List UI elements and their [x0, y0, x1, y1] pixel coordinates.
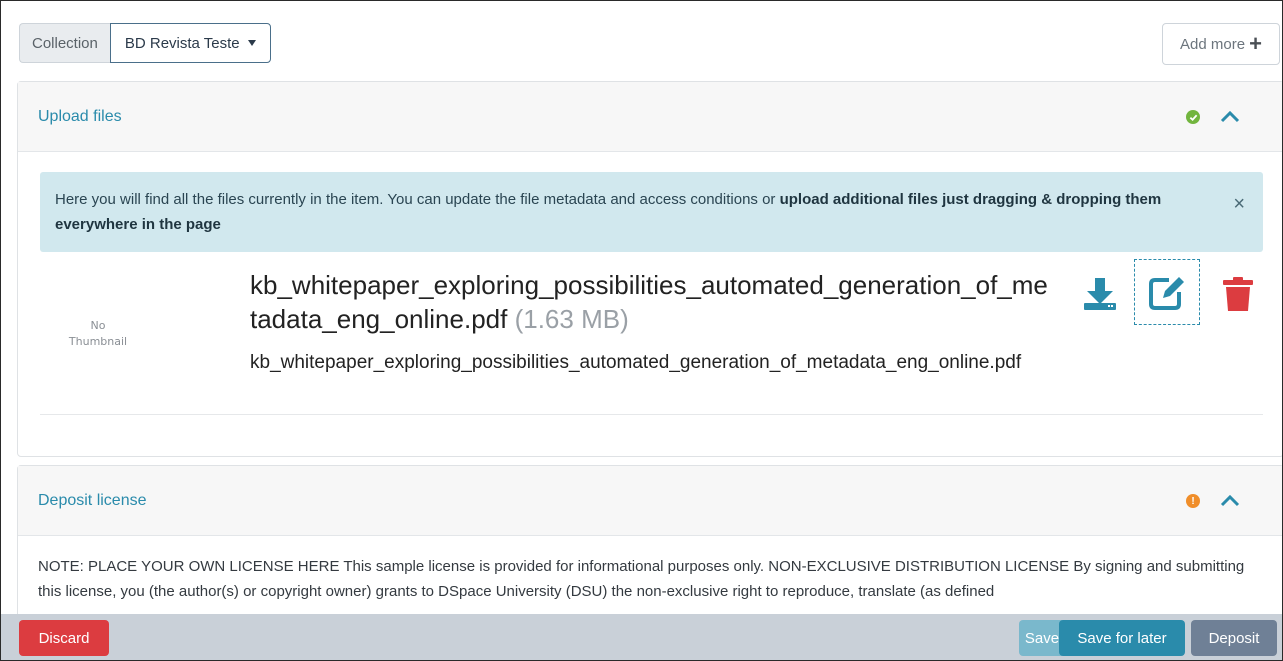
add-more-button[interactable]: Add more + — [1162, 23, 1280, 65]
no-thumbnail: No Thumbnail — [48, 318, 148, 350]
save-for-later-button[interactable]: Save for later — [1059, 620, 1185, 656]
file-name: kb_whitepaper_exploring_possibilities_au… — [250, 268, 1050, 336]
discard-button[interactable]: Discard — [19, 620, 109, 656]
alert-text: Here you will find all the files current… — [55, 191, 780, 208]
deposit-button[interactable]: Deposit — [1191, 620, 1277, 656]
upload-files-header[interactable]: Upload files — [18, 82, 1282, 152]
action-bar: Discard Save Save for later Deposit — [1, 614, 1282, 660]
check-circle-icon — [1186, 110, 1200, 124]
collection-selector: Collection BD Revista Teste — [19, 23, 271, 63]
caret-down-icon — [247, 40, 256, 46]
thumbnail-line-1: No — [90, 319, 106, 332]
download-button[interactable] — [1080, 274, 1120, 314]
collection-value: BD Revista Teste — [124, 34, 240, 52]
chevron-up-icon[interactable] — [1218, 106, 1242, 126]
submission-form: Collection BD Revista Teste Add more + U… — [0, 0, 1283, 661]
delete-button[interactable] — [1218, 274, 1258, 314]
collection-dropdown[interactable]: BD Revista Teste — [109, 23, 271, 63]
collection-label: Collection — [19, 23, 110, 63]
upload-files-panel: Upload files Here you will find all the … — [17, 81, 1282, 457]
file-divider — [40, 414, 1263, 415]
deposit-license-title[interactable]: Deposit license — [38, 492, 147, 510]
deposit-license-header[interactable]: Deposit license ! — [18, 466, 1282, 536]
edit-icon — [1149, 277, 1184, 310]
add-more-label: Add more — [1180, 35, 1246, 53]
trash-icon — [1223, 277, 1253, 311]
close-icon[interactable]: × — [1233, 192, 1245, 217]
upload-files-title[interactable]: Upload files — [38, 108, 122, 126]
plus-icon: + — [1249, 31, 1262, 56]
exclamation-circle-icon: ! — [1186, 494, 1200, 508]
file-subtitle: kb_whitepaper_exploring_possibilities_au… — [250, 352, 1022, 373]
info-alert: Here you will find all the files current… — [40, 172, 1263, 252]
file-size: (1.63 MB) — [514, 304, 629, 334]
thumbnail-line-2: Thumbnail — [68, 335, 128, 348]
file-name-text: kb_whitepaper_exploring_possibilities_au… — [250, 270, 1048, 334]
chevron-up-icon[interactable] — [1218, 490, 1242, 510]
download-icon — [1084, 278, 1116, 310]
license-text: NOTE: PLACE YOUR OWN LICENSE HERE This s… — [38, 558, 1245, 600]
edit-button[interactable] — [1134, 259, 1200, 325]
